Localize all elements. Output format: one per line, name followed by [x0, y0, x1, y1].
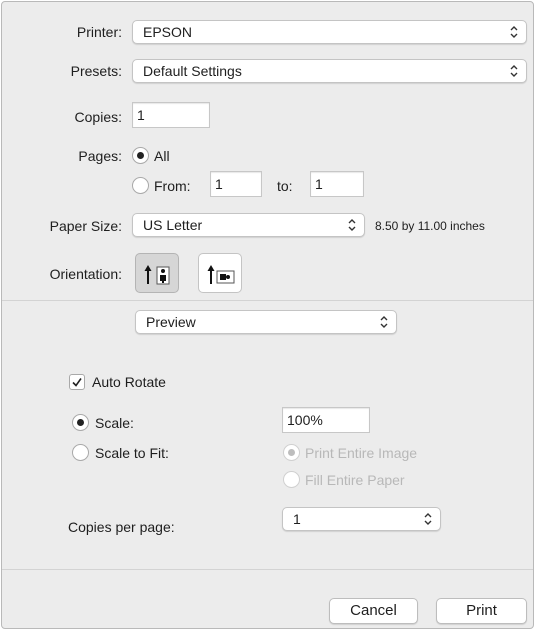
auto-rotate-label: Auto Rotate	[92, 374, 166, 390]
pages-all-label: All	[154, 148, 170, 164]
pages-from-field[interactable]: 1	[210, 171, 262, 197]
updown-chevron-icon	[380, 316, 388, 328]
copies-per-page-popup[interactable]: 1	[282, 507, 441, 531]
scale-to-fit-label: Scale to Fit:	[95, 445, 169, 461]
pages-to-label: to:	[277, 178, 293, 194]
fill-entire-paper-label: Fill Entire Paper	[305, 472, 405, 488]
copies-field[interactable]: 1	[132, 102, 210, 128]
section-popup-value: Preview	[146, 314, 196, 330]
printer-popup[interactable]: EPSON	[132, 20, 527, 44]
scale-label: Scale:	[95, 415, 134, 431]
print-entire-image-label: Print Entire Image	[305, 445, 418, 461]
printer-value: EPSON	[143, 24, 193, 40]
separator	[2, 569, 533, 570]
separator	[2, 300, 533, 301]
pages-to-field[interactable]: 1	[310, 171, 364, 197]
landscape-icon	[207, 265, 235, 284]
updown-chevron-icon	[510, 65, 518, 77]
updown-chevron-icon	[348, 219, 356, 231]
copies-per-page-label: Copies per page:	[68, 519, 175, 535]
paper-dimensions: 8.50 by 11.00 inches	[375, 219, 485, 233]
presets-value: Default Settings	[143, 63, 242, 79]
pages-from-radio[interactable]	[132, 177, 149, 194]
presets-popup[interactable]: Default Settings	[132, 59, 527, 83]
portrait-orientation-button[interactable]	[135, 253, 179, 293]
section-popup[interactable]: Preview	[135, 310, 397, 334]
print-dialog: Printer: EPSON Presets: Default Settings…	[1, 1, 534, 629]
orientation-label: Orientation:	[49, 266, 122, 282]
checkmark-icon	[72, 378, 82, 387]
presets-label: Presets:	[70, 63, 122, 79]
paper-size-value: US Letter	[143, 217, 203, 233]
pages-all-radio[interactable]	[132, 147, 149, 164]
scale-field[interactable]: 100%	[282, 407, 370, 433]
print-button[interactable]: Print	[436, 598, 527, 624]
fill-entire-paper-radio[interactable]	[283, 471, 300, 488]
auto-rotate-checkbox[interactable]	[69, 374, 85, 390]
pages-label: Pages:	[78, 148, 122, 164]
updown-chevron-icon	[510, 26, 518, 38]
paper-size-label: Paper Size:	[49, 218, 122, 234]
cancel-button[interactable]: Cancel	[329, 598, 418, 624]
paper-size-popup[interactable]: US Letter	[132, 213, 365, 237]
pages-from-label: From:	[154, 178, 191, 194]
copies-per-page-value: 1	[293, 511, 301, 527]
scale-to-fit-radio[interactable]	[72, 444, 89, 461]
copies-label: Copies:	[74, 109, 122, 125]
portrait-icon	[144, 265, 170, 285]
printer-label: Printer:	[76, 24, 122, 40]
scale-radio[interactable]	[72, 414, 89, 431]
print-entire-image-radio[interactable]	[283, 444, 300, 461]
landscape-orientation-button[interactable]	[198, 253, 242, 293]
updown-chevron-icon	[424, 513, 432, 525]
